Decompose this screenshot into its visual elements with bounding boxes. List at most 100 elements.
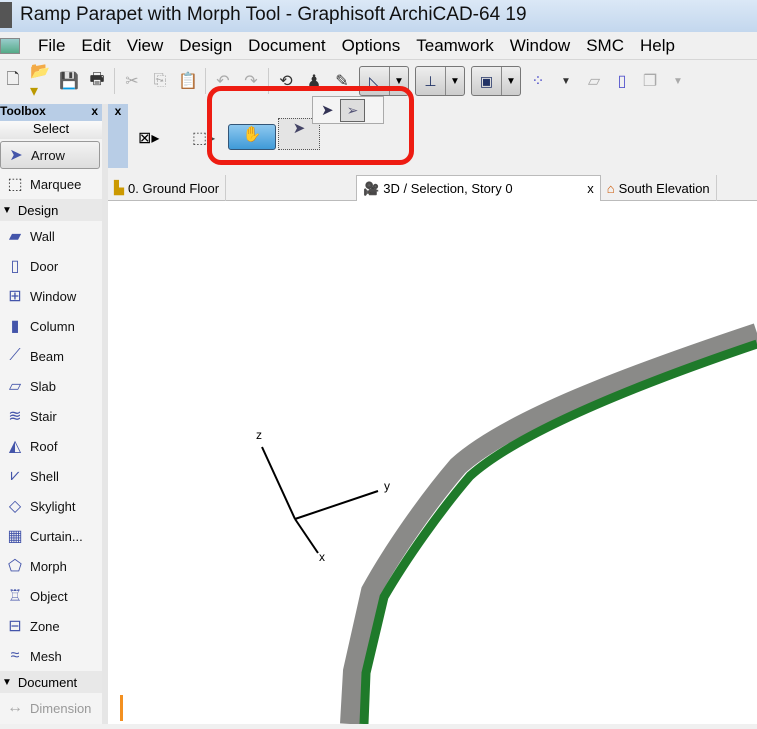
elevation-icon: ⌂	[606, 180, 615, 196]
tab-close-button[interactable]: x	[587, 181, 594, 196]
x-axis	[294, 518, 319, 554]
menu-document[interactable]: Document	[240, 36, 333, 56]
toolbox-close-button[interactable]: x	[91, 104, 98, 121]
tool-wall[interactable]: ▰ Wall	[0, 221, 102, 251]
layer-group: ▣ ▼	[471, 66, 521, 96]
tool-zone[interactable]: ⊟ Zone	[0, 611, 102, 641]
tab-label: 3D / Selection, Story 0	[383, 181, 513, 196]
quick-selection-arrow-icon[interactable]: ➢	[339, 98, 366, 122]
tool-object[interactable]: ♖ Object	[0, 581, 102, 611]
info-box-handle[interactable]: x	[108, 104, 128, 168]
tool-skylight[interactable]: ◇ Skylight	[0, 491, 102, 521]
tool-door[interactable]: ▯ Door	[0, 251, 102, 281]
tool-dimension[interactable]: ↔ Dimension	[0, 693, 102, 723]
design-section-header[interactable]: ▼ Design	[0, 199, 102, 221]
tab-label: 0. Ground Floor	[128, 180, 220, 196]
grid-icon[interactable]: ⁘	[527, 69, 549, 93]
tool-label: Marquee	[30, 176, 82, 192]
layers-icon[interactable]: ❐	[639, 69, 661, 93]
zone-icon: ⊟	[8, 618, 22, 635]
chair-icon: ♖	[7, 588, 23, 605]
triangle-down-icon: ▼	[2, 676, 12, 688]
tool-label: Skylight	[30, 498, 76, 514]
plane-icon[interactable]: ▱	[583, 69, 605, 93]
tool-shell[interactable]: ⩗ Shell	[0, 461, 102, 491]
tool-curtain-wall[interactable]: ▦ Curtain...	[0, 521, 102, 551]
selection-icon[interactable]: ▣	[472, 67, 502, 95]
door-icon: ▯	[10, 258, 20, 275]
tab-label: South Elevation	[618, 180, 710, 196]
menu-design[interactable]: Design	[171, 36, 240, 56]
chevron-down-icon[interactable]: ▼	[667, 69, 689, 93]
tool-label: Arrow	[31, 147, 65, 163]
tool-label: Wall	[30, 228, 55, 244]
tool-marquee[interactable]: ⬚ Marquee	[0, 169, 102, 199]
chevron-down-icon[interactable]: ▼	[502, 67, 520, 95]
new-file-icon[interactable]: 🗋	[2, 69, 24, 93]
tool-stair[interactable]: ≋ Stair	[0, 401, 102, 431]
section-label: Design	[17, 202, 59, 218]
tool-mesh[interactable]: ≈ Mesh	[0, 641, 102, 671]
parapet-top[interactable]	[340, 323, 757, 725]
menu-help[interactable]: Help	[632, 36, 683, 56]
menu-view[interactable]: View	[119, 36, 172, 56]
toolbox-panel: Toolbox x Select ➤ Arrow ⬚ Marquee ▼ Design…	[0, 104, 102, 724]
tool-beam[interactable]: ⟋ Beam	[0, 341, 102, 371]
info-box-close-button[interactable]: x	[115, 104, 122, 118]
print-icon[interactable]: 🖶	[86, 69, 108, 93]
select-section-label: Select	[0, 121, 102, 139]
document-icon[interactable]	[0, 38, 20, 54]
arrow-icon: ➤	[9, 147, 23, 164]
cut-icon[interactable]: ✂	[121, 69, 143, 93]
tool-morph[interactable]: ⬠ Morph	[0, 551, 102, 581]
info-box: x ⊠▸ ⬚▸ ✋ ➤	[108, 104, 757, 168]
shell-icon: ⩗	[10, 467, 20, 484]
menu-edit[interactable]: Edit	[73, 36, 118, 56]
beam-icon: ⟋	[9, 347, 21, 364]
arrow-mode-popup: ➤ ➢	[312, 96, 384, 124]
paste-icon[interactable]: 📋	[177, 69, 199, 93]
menu-window[interactable]: Window	[502, 36, 578, 56]
section-icon[interactable]: ▯	[611, 69, 633, 93]
tab-ground-floor[interactable]: ▙ 0. Ground Floor	[108, 175, 227, 201]
snap-icon[interactable]: ⊥	[416, 67, 446, 95]
menu-bar: File Edit View Design Document Options T…	[0, 32, 757, 60]
open-file-icon[interactable]: 📂▾	[30, 63, 52, 100]
tool-label: Slab	[30, 378, 57, 394]
floor-plan-icon: ▙	[114, 180, 124, 195]
tab-south-elevation[interactable]: ⌂ South Elevation	[601, 175, 717, 201]
roof-icon: ◭	[8, 438, 22, 455]
arrow-icon[interactable]: ➤	[321, 101, 334, 119]
tool-label: Morph	[30, 558, 67, 574]
window-title: Ramp Parapet with Morph Tool - Graphisof…	[20, 4, 527, 25]
section-label: Document	[17, 674, 78, 690]
tool-label: Zone	[30, 618, 60, 634]
menu-smc[interactable]: SMC	[578, 36, 632, 56]
tool-label: Stair	[30, 408, 57, 424]
menu-file[interactable]: File	[30, 36, 73, 56]
menu-teamwork[interactable]: Teamwork	[408, 36, 501, 56]
curtain-wall-icon: ▦	[7, 528, 23, 545]
tab-3d-selection[interactable]: 🎥 3D / Selection, Story 0 x	[356, 175, 601, 201]
marquee-icon: ⬚	[7, 176, 23, 193]
gravity-group: ⊥ ▼	[415, 66, 465, 96]
camera-icon: 🎥	[363, 180, 380, 196]
triangle-down-icon: ▼	[2, 204, 12, 216]
document-section-header[interactable]: ▼ Document	[0, 671, 102, 693]
marquee-shape-icon[interactable]: ⊠▸	[138, 128, 159, 148]
tool-column[interactable]: ▮ Column	[0, 311, 102, 341]
save-icon[interactable]: 💾	[58, 69, 80, 93]
tool-roof[interactable]: ◭ Roof	[0, 431, 102, 461]
tool-window[interactable]: ⊞ Window	[0, 281, 102, 311]
tool-arrow[interactable]: ➤ Arrow	[0, 141, 100, 169]
app-icon	[0, 2, 12, 28]
z-axis-label: z	[256, 428, 262, 442]
chevron-down-icon[interactable]: ▼	[446, 67, 464, 95]
x-axis-label: x	[319, 550, 325, 564]
menu-options[interactable]: Options	[334, 36, 409, 56]
chevron-down-icon[interactable]: ▼	[555, 69, 577, 93]
3d-viewport[interactable]: z y x	[108, 201, 757, 725]
separator	[114, 68, 115, 94]
copy-icon[interactable]: ⎘	[149, 69, 171, 93]
tool-slab[interactable]: ▱ Slab	[0, 371, 102, 401]
